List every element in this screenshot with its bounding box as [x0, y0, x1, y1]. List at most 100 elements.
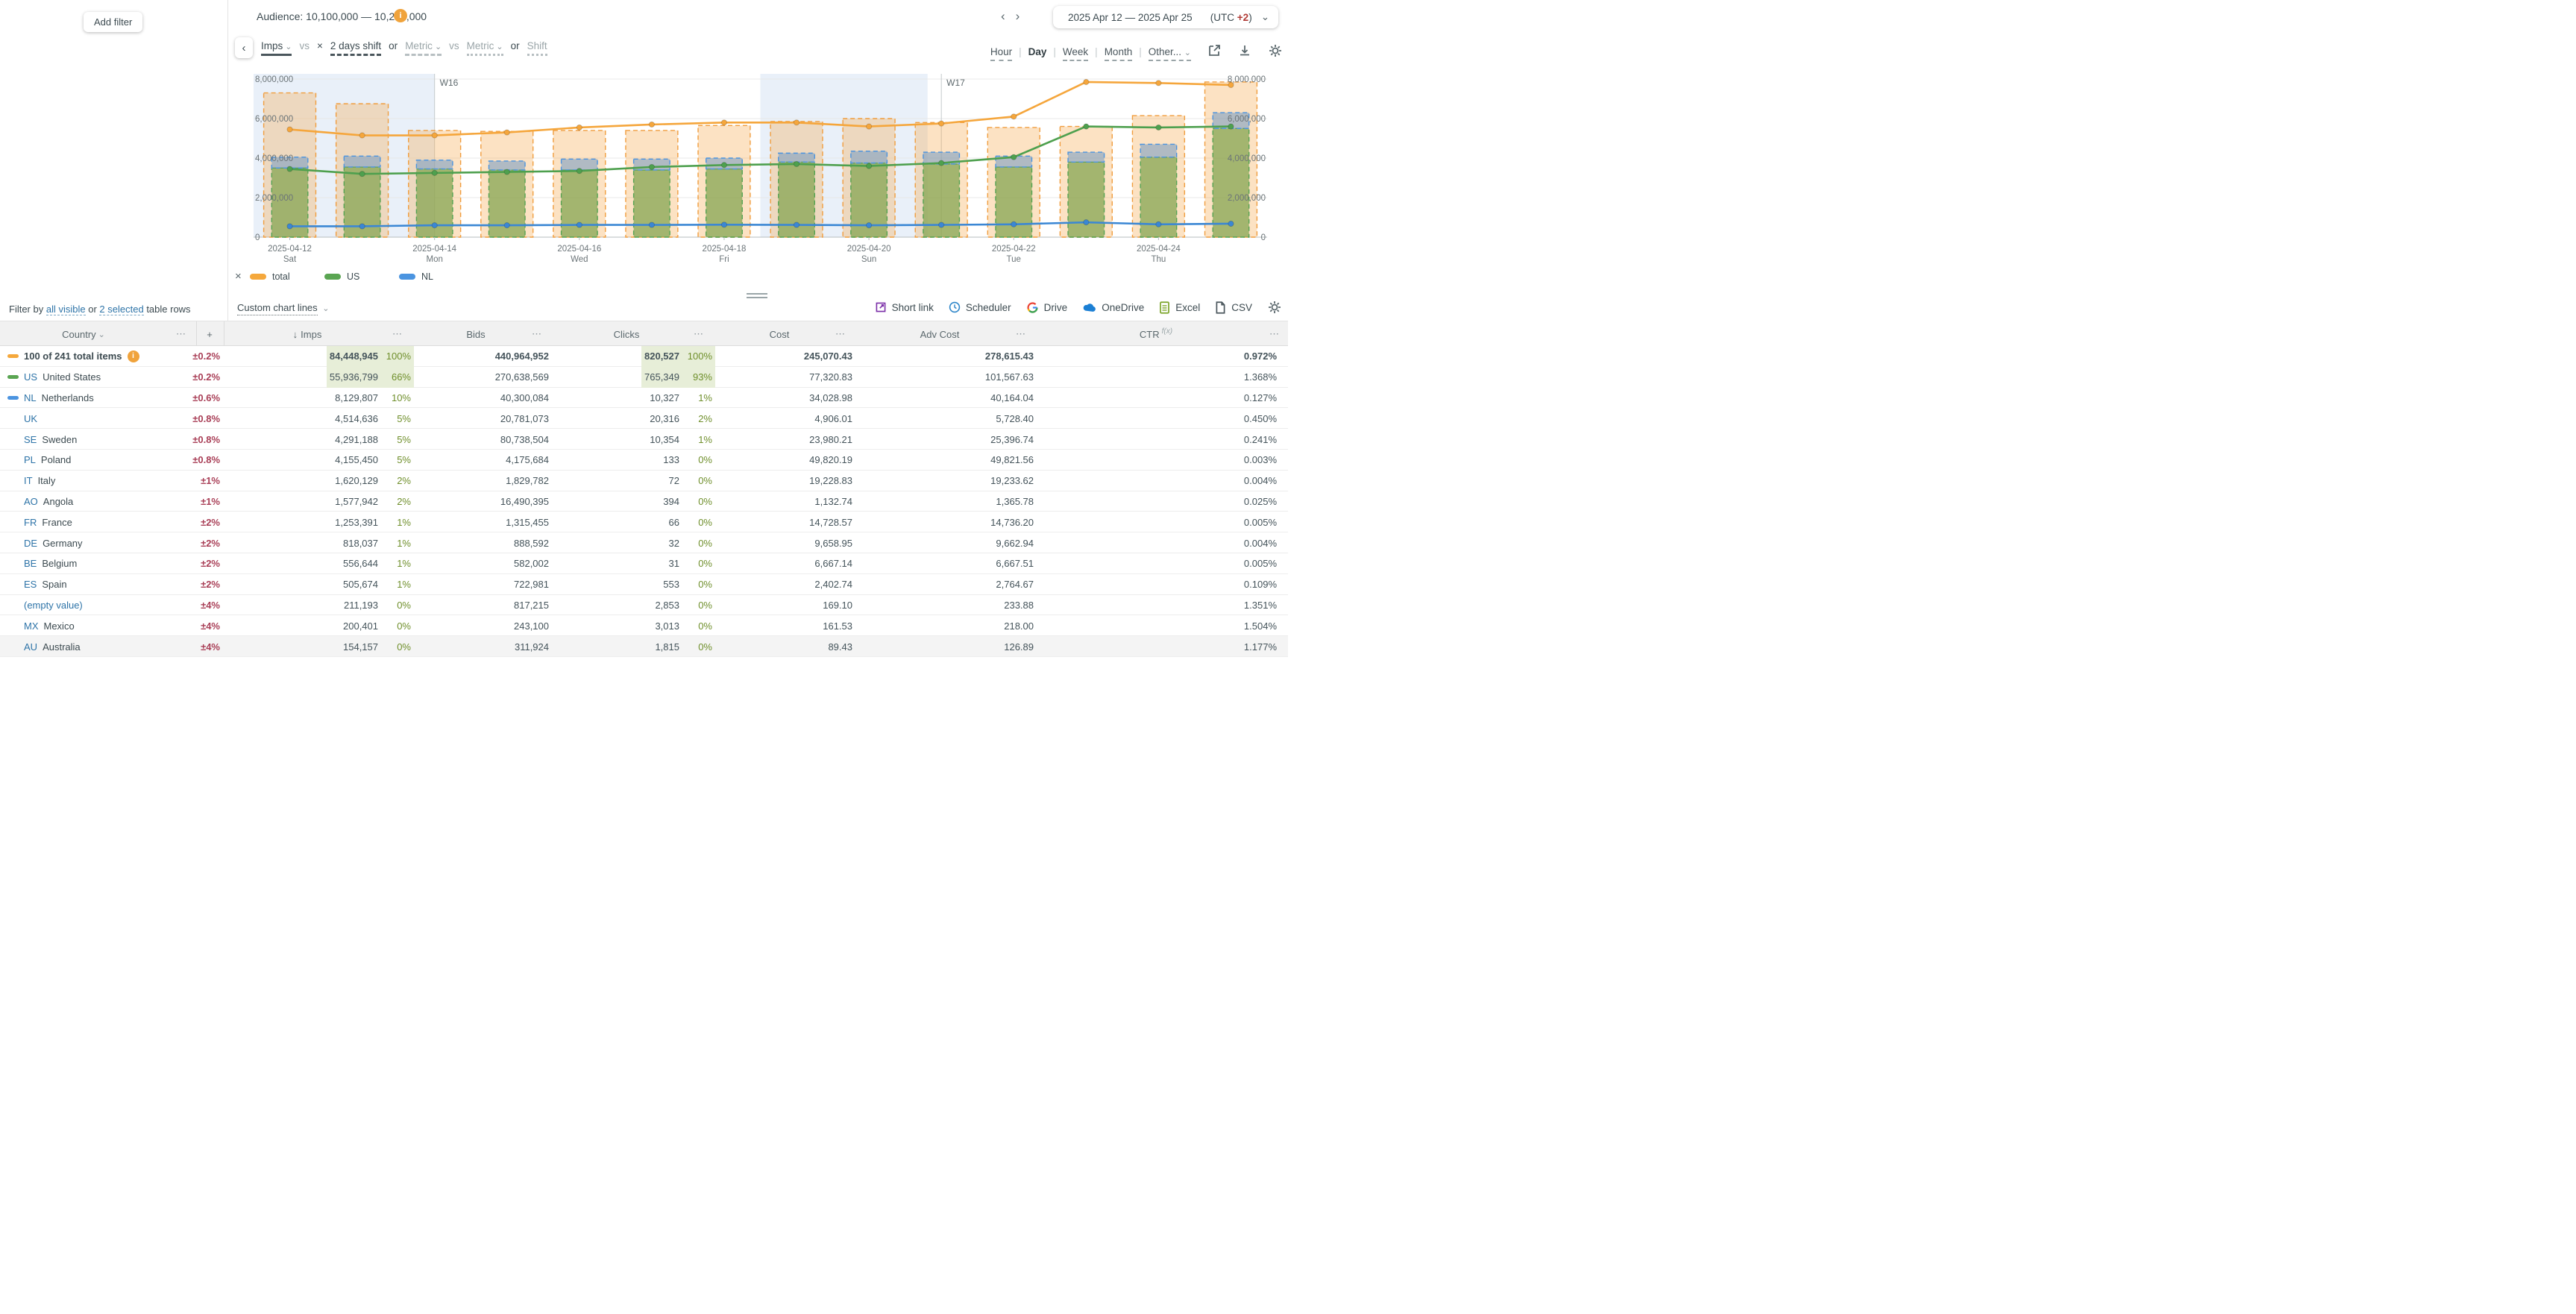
- point-total-2025-04-23[interactable]: [1084, 79, 1089, 84]
- country-code-link[interactable]: PL: [24, 454, 36, 465]
- country-code-link[interactable]: BE: [24, 558, 37, 569]
- point-NL-2025-04-24[interactable]: [1156, 221, 1161, 227]
- table-row-ES[interactable]: ESSpain±2%505,6741%722,9815530%2,402.742…: [0, 574, 1288, 595]
- point-total-2025-04-24[interactable]: [1156, 81, 1161, 86]
- bar-nl-days-shift--2025-04-19[interactable]: [779, 153, 815, 162]
- table-row-SE[interactable]: SESweden±0.8%4,291,1885%80,738,50410,354…: [0, 429, 1288, 450]
- onedrive-button[interactable]: OneDrive: [1082, 302, 1144, 313]
- metric2-select[interactable]: Metric⌄: [405, 40, 442, 56]
- next-period-button[interactable]: ›: [1016, 9, 1020, 24]
- column-bids[interactable]: Bids: [466, 321, 485, 347]
- table-row-IT[interactable]: ITItaly±1%1,620,1292%1,829,782720%19,228…: [0, 471, 1288, 491]
- column-adv-cost[interactable]: Adv Cost: [920, 321, 960, 347]
- country-code-link[interactable]: AU: [24, 641, 37, 653]
- column-country[interactable]: Country⌄: [62, 321, 105, 347]
- point-NL-2025-04-16[interactable]: [577, 222, 582, 227]
- filter-selected-link[interactable]: 2 selected: [99, 304, 143, 315]
- table-row--empty-value-[interactable]: (empty value)±4%211,1930%817,2152,8530%1…: [0, 595, 1288, 616]
- adv-cost-column-menu-icon[interactable]: ⋯: [1016, 321, 1026, 347]
- country-code-link[interactable]: DE: [24, 538, 37, 549]
- shift-placeholder-select[interactable]: Shift: [527, 40, 547, 56]
- close-icon[interactable]: ×: [235, 270, 250, 283]
- bar-nl-days-shift--2025-04-14[interactable]: [416, 160, 453, 169]
- point-US-2025-04-20[interactable]: [867, 163, 872, 169]
- open-in-new-icon[interactable]: [1207, 43, 1222, 58]
- granularity-day[interactable]: Day: [1028, 46, 1047, 60]
- table-row-DE[interactable]: DEGermany±2%818,0371%888,592320%9,658.95…: [0, 532, 1288, 553]
- point-US-2025-04-15[interactable]: [504, 169, 509, 175]
- point-US-2025-04-25[interactable]: [1228, 124, 1234, 129]
- granularity-month[interactable]: Month: [1105, 46, 1133, 61]
- download-icon[interactable]: [1237, 43, 1252, 58]
- point-total-2025-04-18[interactable]: [721, 120, 726, 125]
- imps-column-menu-icon[interactable]: ⋯: [392, 321, 403, 347]
- bar-nl-days-shift--2025-04-24[interactable]: [1140, 144, 1177, 157]
- bar-nl-days-shift--2025-04-15[interactable]: [489, 161, 525, 170]
- point-total-2025-04-17[interactable]: [649, 122, 654, 127]
- bar-nl-days-shift--2025-04-23[interactable]: [1068, 152, 1105, 162]
- point-total-2025-04-13[interactable]: [359, 133, 365, 138]
- excel-button[interactable]: Excel: [1159, 301, 1200, 314]
- point-US-2025-04-14[interactable]: [432, 170, 437, 175]
- point-total-2025-04-22[interactable]: [1011, 114, 1017, 119]
- point-total-2025-04-15[interactable]: [504, 130, 509, 135]
- table-row-PL[interactable]: PLPoland±0.8%4,155,4505%4,175,6841330%49…: [0, 450, 1288, 471]
- country-code-link[interactable]: AO: [24, 496, 38, 507]
- point-NL-2025-04-18[interactable]: [721, 222, 726, 227]
- legend-item-nl[interactable]: NL: [399, 271, 474, 282]
- point-US-2025-04-23[interactable]: [1084, 124, 1089, 129]
- chart-back-button[interactable]: ‹: [235, 37, 253, 58]
- country-code-link[interactable]: IT: [24, 475, 33, 486]
- table-row-AO[interactable]: AOAngola±1%1,577,9422%16,490,3953940%1,1…: [0, 491, 1288, 512]
- point-US-2025-04-16[interactable]: [577, 169, 582, 174]
- audience-info-icon[interactable]: i: [394, 9, 407, 22]
- date-range-picker[interactable]: 2025 Apr 12 — 2025 Apr 25 (UTC +2) ⌄: [1053, 6, 1278, 28]
- table-row-MX[interactable]: MXMexico±4%200,4010%243,1003,0130%161.53…: [0, 615, 1288, 636]
- clicks-column-menu-icon[interactable]: ⋯: [694, 321, 704, 347]
- bids-column-menu-icon[interactable]: ⋯: [532, 321, 542, 347]
- point-US-2025-04-13[interactable]: [359, 172, 365, 177]
- point-US-2025-04-17[interactable]: [649, 164, 654, 169]
- table-row-UK[interactable]: UK±0.8%4,514,6365%20,781,07320,3162%4,90…: [0, 408, 1288, 429]
- metric1-select[interactable]: Imps⌄: [261, 40, 292, 56]
- legend-item-us[interactable]: US: [324, 271, 399, 282]
- point-total-2025-04-16[interactable]: [577, 125, 582, 130]
- resize-handle[interactable]: [747, 291, 767, 301]
- point-total-2025-04-21[interactable]: [939, 121, 944, 126]
- country-code-link[interactable]: ES: [24, 579, 37, 590]
- point-total-2025-04-12[interactable]: [287, 127, 292, 132]
- point-US-2025-04-19[interactable]: [794, 161, 799, 166]
- country-code-link[interactable]: SE: [24, 434, 37, 445]
- point-US-2025-04-22[interactable]: [1011, 154, 1017, 160]
- point-NL-2025-04-13[interactable]: [359, 224, 365, 229]
- country-code-link[interactable]: MX: [24, 620, 39, 632]
- country-code-link[interactable]: NL: [24, 392, 37, 403]
- table-row-US[interactable]: USUnited States±0.2%55,936,79966%270,638…: [0, 367, 1288, 388]
- filter-all-visible-link[interactable]: all visible: [46, 304, 86, 315]
- add-filter-button[interactable]: Add filter: [84, 12, 142, 32]
- granularity-week[interactable]: Week: [1063, 46, 1088, 61]
- gear-icon[interactable]: [1267, 300, 1282, 315]
- point-total-2025-04-19[interactable]: [794, 120, 799, 125]
- table-row-100-of-241-total-items[interactable]: 100 of 241 total itemsi±0.2%84,448,94510…: [0, 346, 1288, 367]
- bar-us-days-shift--2025-04-23[interactable]: [1068, 162, 1105, 237]
- point-US-2025-04-12[interactable]: [287, 166, 292, 172]
- granularity-other[interactable]: Other... ⌄: [1149, 46, 1191, 61]
- point-NL-2025-04-15[interactable]: [504, 223, 509, 228]
- point-NL-2025-04-21[interactable]: [939, 222, 944, 227]
- point-total-2025-04-14[interactable]: [432, 133, 437, 138]
- bar-nl-days-shift--2025-04-13[interactable]: [344, 156, 380, 167]
- metric3-select[interactable]: Metric⌄: [467, 40, 503, 56]
- table-row-AU[interactable]: AUAustralia±4%154,1570%311,9241,8150%89.…: [0, 636, 1288, 657]
- chart-canvas[interactable]: W16W178,000,0008,000,0006,000,0006,000,0…: [228, 63, 1288, 266]
- point-US-2025-04-21[interactable]: [939, 160, 944, 166]
- scheduler-button[interactable]: Scheduler: [949, 301, 1011, 313]
- bar-nl-days-shift--2025-04-20[interactable]: [851, 151, 888, 163]
- country-name[interactable]: (empty value): [24, 600, 83, 611]
- point-NL-2025-04-23[interactable]: [1084, 220, 1089, 225]
- table-row-BE[interactable]: BEBelgium±2%556,6441%582,002310%6,667.14…: [0, 553, 1288, 574]
- country-column-menu-icon[interactable]: ⋯: [176, 321, 186, 347]
- shift-select[interactable]: 2 days shift: [330, 40, 381, 56]
- table-row-FR[interactable]: FRFrance±2%1,253,3911%1,315,455660%14,72…: [0, 512, 1288, 532]
- point-NL-2025-04-17[interactable]: [649, 222, 654, 227]
